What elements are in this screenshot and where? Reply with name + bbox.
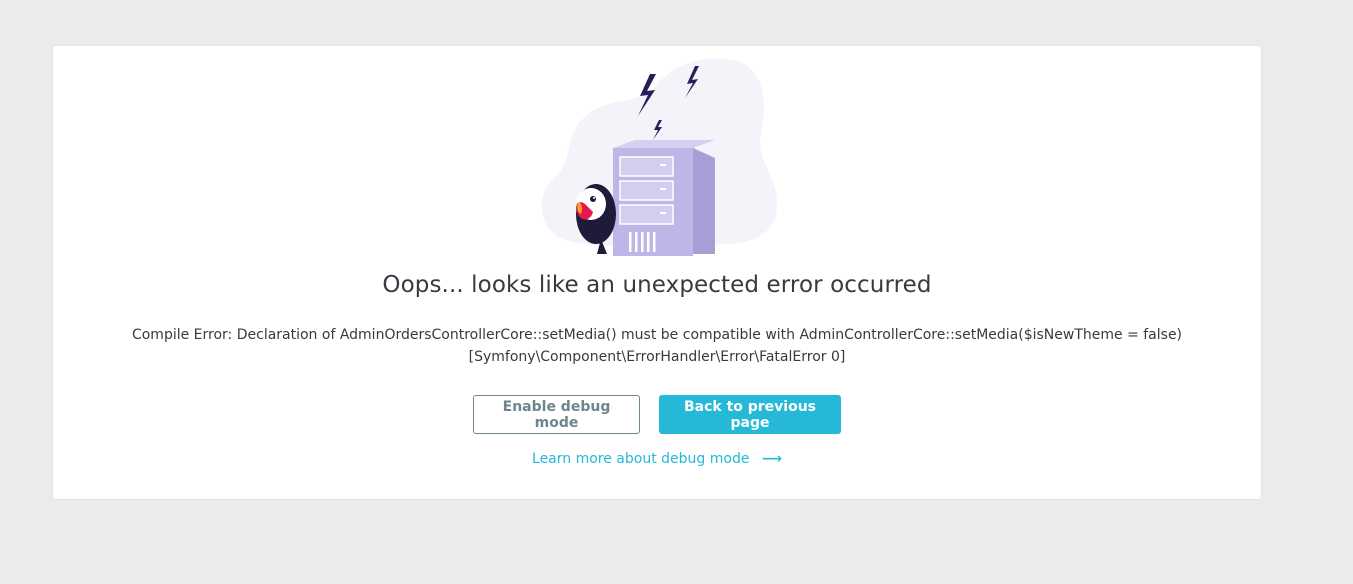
arrow-right-icon: ⟶ — [761, 451, 782, 467]
error-class-line: [Symfony\Component\ErrorHandler\Error\Fa… — [468, 349, 846, 365]
learn-more-link[interactable]: Learn more about debug mode ⟶ — [53, 451, 1261, 467]
error-card: Oops... looks like an unexpected error o… — [53, 46, 1261, 499]
back-to-previous-page-button[interactable]: Back to previous page — [659, 395, 841, 434]
error-message: Compile Error: Declaration of AdminOrder… — [53, 324, 1261, 368]
server-error-illustration — [541, 58, 778, 256]
page-title: Oops... looks like an unexpected error o… — [382, 272, 932, 298]
server-side — [693, 148, 715, 254]
error-message-line: Compile Error: Declaration of AdminOrder… — [131, 327, 1183, 343]
enable-debug-button[interactable]: Enable debug mode — [473, 395, 640, 434]
learn-more-label: Learn more about debug mode — [532, 451, 750, 467]
